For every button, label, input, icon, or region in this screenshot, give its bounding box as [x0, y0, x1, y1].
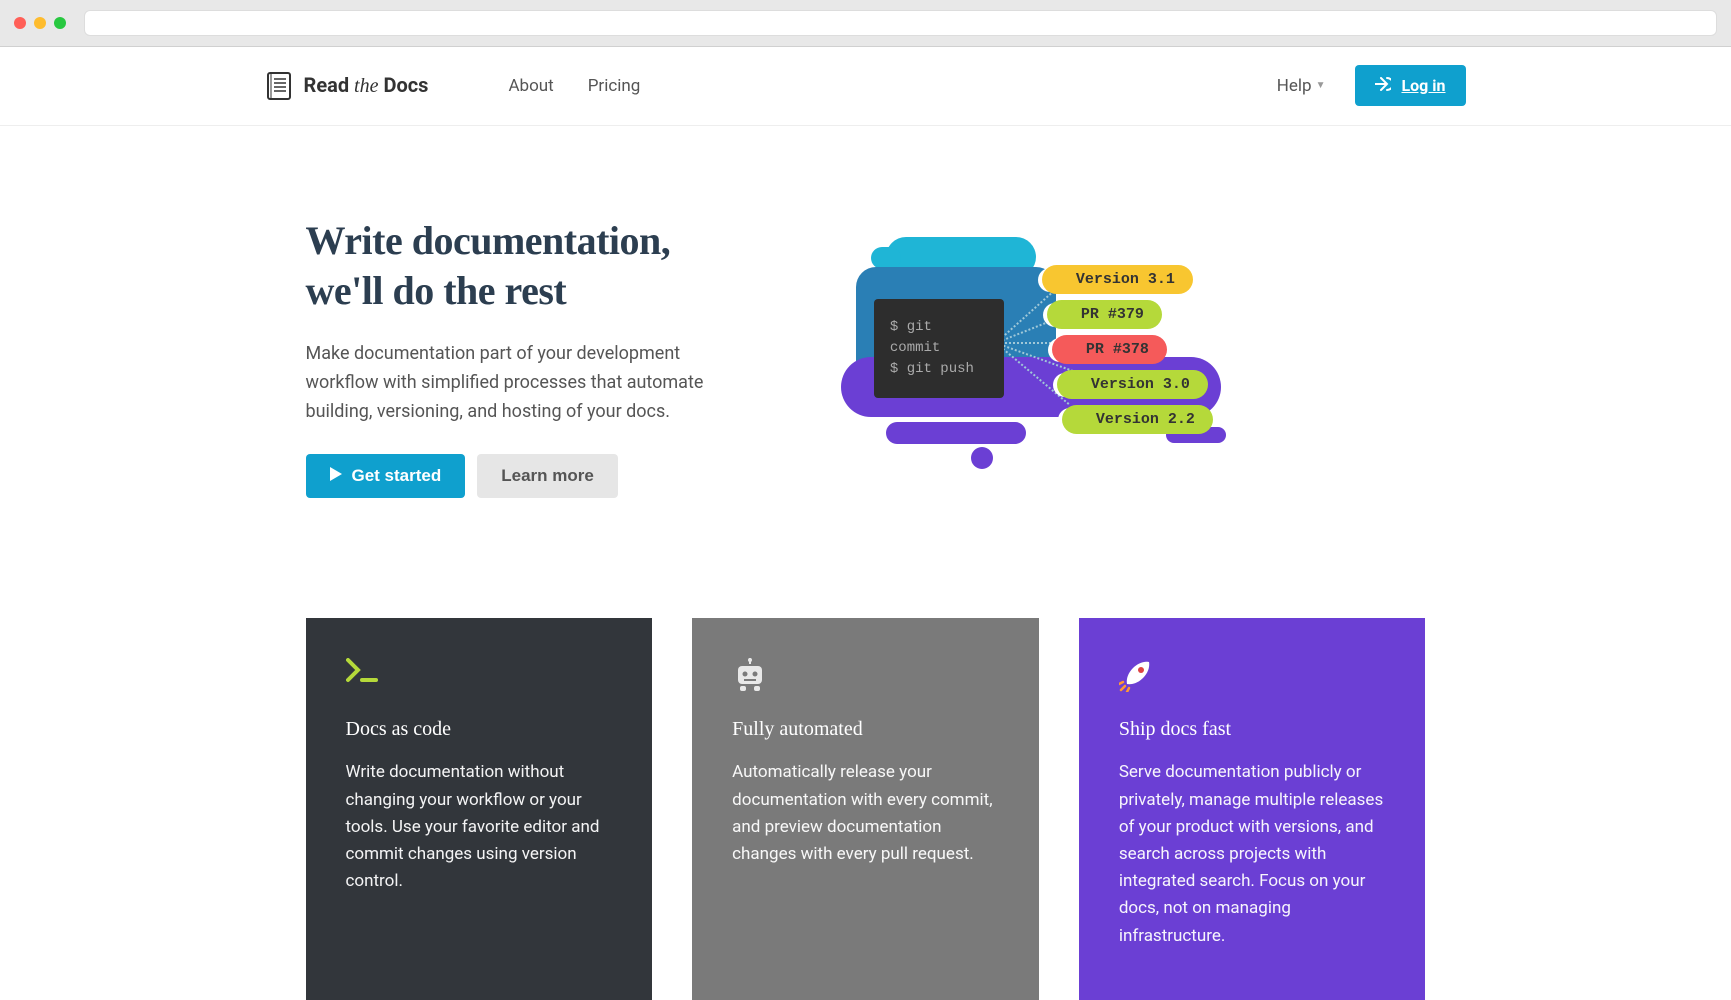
feature-fully-automated: Fully automated Automatically release yo… [692, 618, 1039, 999]
nav-help-dropdown[interactable]: Help ▼ [1277, 76, 1326, 96]
hero-illustration: $ git commit $ git push Version 3.1 PR #… [816, 227, 1426, 487]
book-icon [266, 71, 292, 101]
pill-version-2-2: Version 2.2 [1058, 405, 1213, 434]
feature-title: Docs as code [346, 718, 613, 741]
chevron-down-icon: ▼ [1316, 80, 1326, 91]
feature-body: Serve documentation publicly or privatel… [1119, 759, 1386, 949]
pill-version-3-1: Version 3.1 [1038, 265, 1193, 294]
terminal-graphic: $ git commit $ git push [874, 299, 1004, 398]
pill-pr-379: PR #379 [1043, 300, 1162, 329]
feature-body: Write documentation without changing you… [346, 759, 613, 895]
window-controls [14, 17, 66, 29]
feature-body: Automatically release your documentation… [732, 759, 999, 868]
login-button[interactable]: Log in [1355, 65, 1465, 106]
maximize-window-icon[interactable] [54, 17, 66, 29]
feature-title: Ship docs fast [1119, 718, 1386, 741]
feature-ship-docs-fast: Ship docs fast Serve documentation publi… [1079, 618, 1426, 999]
play-icon [330, 466, 342, 486]
logo[interactable]: Read the Docs [266, 71, 429, 101]
learn-more-button[interactable]: Learn more [477, 454, 618, 498]
terminal-prompt-icon [346, 658, 613, 694]
address-bar[interactable] [84, 10, 1717, 36]
close-window-icon[interactable] [14, 17, 26, 29]
pill-pr-378: PR #378 [1048, 335, 1167, 364]
hero-title: Write documentation, we'll do the rest [306, 216, 776, 316]
login-arrow-icon [1375, 76, 1391, 95]
feature-docs-as-code: Docs as code Write documentation without… [306, 618, 653, 999]
browser-chrome [0, 0, 1731, 47]
nav-pricing[interactable]: Pricing [588, 76, 641, 96]
logo-text: Read the Docs [304, 73, 429, 98]
navbar: Read the Docs About Pricing Help ▼ Log i… [266, 47, 1466, 125]
nav-about[interactable]: About [508, 76, 553, 96]
minimize-window-icon[interactable] [34, 17, 46, 29]
rocket-icon [1119, 658, 1386, 694]
features-section: Docs as code Write documentation without… [206, 618, 1526, 999]
get-started-button[interactable]: Get started [306, 454, 466, 498]
hero-section: Write documentation, we'll do the rest M… [266, 126, 1466, 618]
robot-icon [732, 658, 999, 694]
pill-version-3-0: Version 3.0 [1053, 370, 1208, 399]
feature-title: Fully automated [732, 718, 999, 741]
hero-subtitle: Make documentation part of your developm… [306, 340, 736, 426]
